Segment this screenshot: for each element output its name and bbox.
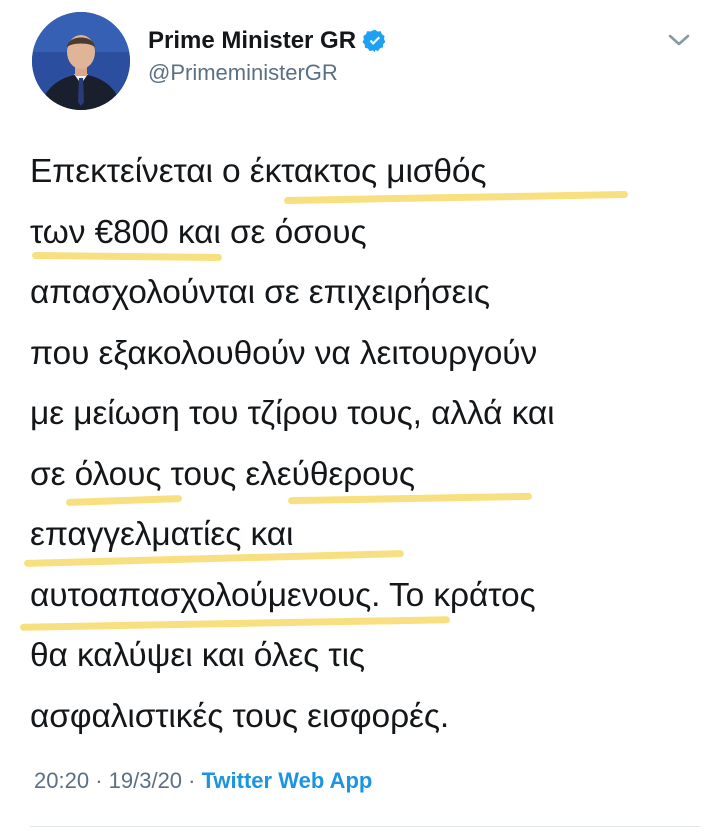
meta-separator: · bbox=[95, 768, 103, 793]
highlight-mark bbox=[31, 251, 223, 261]
tweet-source-link[interactable]: Twitter Web App bbox=[202, 768, 373, 793]
tweet-meta: 20:20 · 19/3/20 · Twitter Web App bbox=[34, 768, 372, 794]
tweet-line-text: που εξακολουθούν να λειτουργούν bbox=[30, 334, 538, 372]
author-handle[interactable]: @PrimeministerGR bbox=[148, 60, 388, 86]
highlight-mark bbox=[65, 494, 183, 506]
chevron-down-icon[interactable] bbox=[666, 30, 692, 50]
divider bbox=[30, 826, 700, 827]
meta-separator: · bbox=[188, 768, 196, 793]
author-name-row: Prime Minister GR bbox=[148, 24, 388, 58]
tweet-line-text: ασφαλιστικές τους εισφορές. bbox=[30, 697, 450, 735]
tweet-line: ασφαλιστικές τους εισφορές. bbox=[30, 691, 710, 752]
tweet-line: απασχολούνται σε επιχειρήσεις bbox=[30, 267, 710, 328]
tweet-date[interactable]: 19/3/20 bbox=[109, 768, 182, 793]
tweet-line: Επεκτείνεται ο έκτακτος μισθός bbox=[30, 146, 710, 207]
tweet-line: επαγγελματίες και bbox=[23, 509, 710, 570]
tweet-line: θα καλύψει και όλες τις bbox=[30, 630, 710, 691]
tweet-line: αυτοαπασχολούμενους. Το κράτος bbox=[19, 570, 710, 631]
author-name[interactable]: Prime Minister GR bbox=[148, 27, 356, 55]
verified-badge-icon bbox=[362, 28, 388, 54]
highlight-mark bbox=[19, 615, 451, 631]
tweet-line: που εξακολουθούν να λειτουργούν bbox=[30, 328, 710, 389]
avatar[interactable] bbox=[32, 12, 130, 110]
tweet-line: με μείωση του τζίρου τους, αλλά και bbox=[30, 388, 710, 449]
tweet-line-text: των €800 και σε όσους bbox=[30, 213, 367, 251]
tweet-line-text: επαγγελματίες και bbox=[30, 516, 294, 553]
tweet-line: των €800 και σε όσους bbox=[30, 207, 710, 268]
highlight-mark bbox=[287, 492, 533, 504]
tweet-line-text: θα καλύψει και όλες τις bbox=[30, 637, 365, 674]
tweet-line-text: Επεκτείνεται ο έκτακτος μισθός bbox=[30, 153, 487, 190]
tweet-text: Επεκτείνεται ο έκτακτος μισθός των €800 … bbox=[19, 146, 710, 752]
tweet-line-text: με μείωση του τζίρου τους, αλλά και bbox=[30, 395, 555, 432]
tweet-time[interactable]: 20:20 bbox=[34, 768, 89, 793]
tweet-line-text: αυτοαπασχολούμενους. Το κράτος bbox=[30, 576, 536, 614]
tweet-line-text: απασχολούνται σε επιχειρήσεις bbox=[30, 274, 490, 311]
avatar-image bbox=[32, 12, 130, 110]
highlight-mark bbox=[283, 190, 629, 205]
tweet-card: Prime Minister GR @PrimeministerGR Επεκτ… bbox=[0, 0, 720, 840]
tweet-line-text: σε όλους τους ελεύθερους bbox=[30, 455, 415, 493]
author-block: Prime Minister GR @PrimeministerGR bbox=[148, 24, 388, 86]
tweet-line: σε όλους τους ελεύθερους bbox=[30, 449, 710, 510]
